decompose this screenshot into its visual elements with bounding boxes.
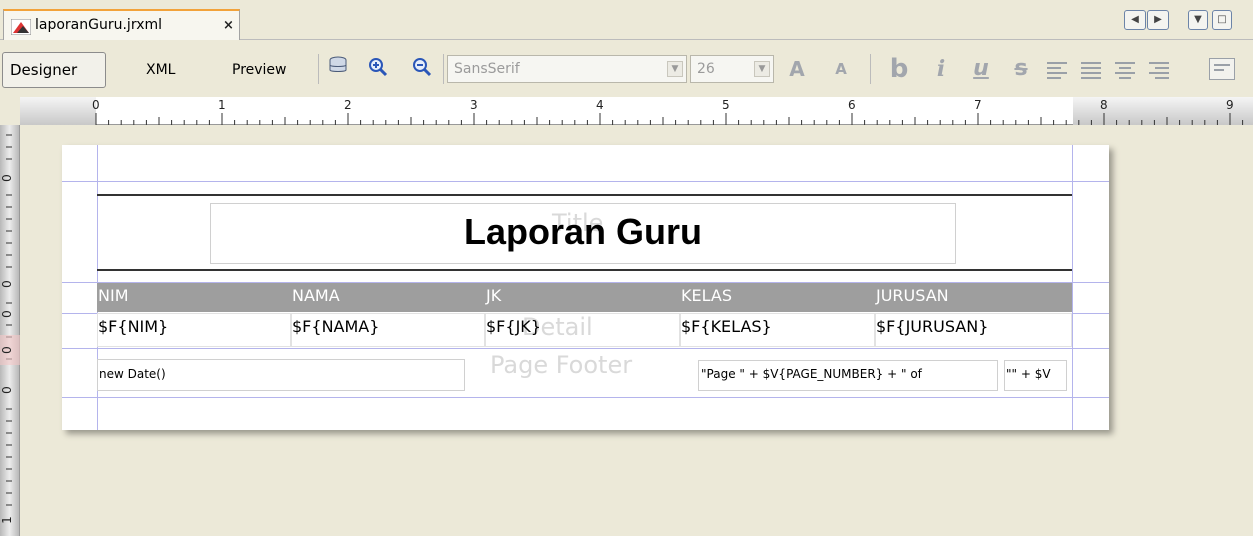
vruler-label: 0 — [0, 386, 14, 394]
vruler-label: 0 — [0, 310, 14, 318]
font-name-combo[interactable]: SansSerif ▼ — [447, 55, 687, 83]
file-tab-label: laporanGuru.jrxml — [35, 17, 163, 33]
ruler-corner — [0, 97, 20, 125]
horizontal-ruler: 0 1 2 3 4 5 6 7 8 9 — [20, 97, 1253, 125]
toolbar-separator — [870, 54, 871, 84]
field-jurusan[interactable]: $F{JURUSAN} — [876, 317, 988, 336]
column-header-nim[interactable]: NIM — [98, 286, 129, 305]
toolbar-separator — [318, 54, 319, 84]
scroll-tabs-left-icon[interactable]: ◀ — [1124, 10, 1146, 30]
ruler-label: 3 — [470, 98, 478, 112]
column-header-kelas[interactable]: KELAS — [681, 286, 732, 305]
ruler-label: 5 — [722, 98, 730, 112]
zoom-out-icon[interactable] — [410, 56, 434, 80]
band-guide — [62, 181, 1109, 182]
increase-font-icon[interactable]: A — [784, 55, 810, 83]
vruler-label: 1 — [0, 516, 14, 524]
ruler-label: 6 — [848, 98, 856, 112]
ruler-label: 9 — [1226, 98, 1234, 112]
toolbar-separator — [443, 54, 444, 84]
database-icon[interactable] — [326, 56, 350, 80]
close-tab-icon[interactable]: × — [223, 18, 234, 33]
title-top-line[interactable] — [97, 194, 1072, 196]
vruler-label: 0 — [0, 346, 14, 354]
field-jk[interactable]: $F{JK} — [486, 317, 541, 336]
ruler-label: 0 — [92, 98, 100, 112]
vruler-label: 0 — [0, 280, 14, 288]
zoom-in-icon[interactable] — [366, 56, 390, 80]
field-nama[interactable]: $F{NAMA} — [292, 317, 379, 336]
column-header-jurusan[interactable]: JURUSAN — [876, 286, 949, 305]
underline-icon[interactable]: u — [968, 55, 994, 83]
ruler-label: 8 — [1100, 98, 1108, 112]
maximize-window-icon[interactable]: □ — [1212, 10, 1232, 30]
vertical-ruler-ticks — [0, 134, 20, 506]
band-guide — [62, 348, 1109, 349]
tab-designer[interactable]: Designer — [2, 52, 106, 88]
scroll-tabs-right-icon[interactable]: ▶ — [1147, 10, 1169, 30]
ruler-label: 7 — [974, 98, 982, 112]
text-properties-icon[interactable] — [1209, 58, 1235, 80]
report-page[interactable]: Title Laporan Guru NIM NAMA JK KELAS JUR… — [62, 145, 1109, 430]
file-tab[interactable]: laporanGuru.jrxml × — [3, 9, 240, 40]
align-justify-icon[interactable] — [1079, 59, 1103, 79]
vruler-label: 0 — [0, 174, 14, 182]
tab-list-dropdown-icon[interactable]: ▼ — [1188, 10, 1208, 30]
ruler-label: 4 — [596, 98, 604, 112]
column-header-jk[interactable]: JK — [486, 286, 501, 305]
ruler-ticks: 0 1 2 3 4 5 6 7 8 9 — [92, 98, 1244, 125]
align-right-icon[interactable] — [1147, 59, 1171, 79]
column-header-nama[interactable]: NAMA — [292, 286, 340, 305]
font-size-value: 26 — [697, 61, 715, 77]
decrease-font-icon[interactable]: A — [828, 55, 854, 83]
ruler-label: 2 — [344, 98, 352, 112]
chevron-down-icon: ▼ — [667, 61, 683, 77]
footer-page-field: "Page " + $V{PAGE_NUMBER} + " of — [701, 367, 922, 381]
align-left-icon[interactable] — [1045, 59, 1069, 79]
field-nim[interactable]: $F{NIM} — [98, 317, 168, 336]
bold-icon[interactable]: b — [886, 55, 912, 83]
italic-icon[interactable]: i — [928, 55, 954, 83]
band-label-page-footer: Page Footer — [490, 351, 633, 379]
chevron-down-icon: ▼ — [754, 61, 770, 77]
strikethrough-icon[interactable]: s — [1008, 55, 1034, 83]
vertical-ruler: 0 0 0 0 0 1 — [0, 125, 20, 536]
font-name-value: SansSerif — [454, 61, 520, 77]
footer-date-field: new Date() — [99, 367, 166, 381]
margin-guide — [1072, 145, 1073, 430]
report-title: Laporan Guru — [463, 211, 702, 252]
field-kelas[interactable]: $F{KELAS} — [681, 317, 772, 336]
tab-preview[interactable]: Preview — [232, 55, 302, 85]
title-bottom-line[interactable] — [97, 269, 1072, 271]
font-size-combo[interactable]: 26 ▼ — [690, 55, 774, 83]
tab-xml[interactable]: XML — [146, 55, 186, 85]
jasper-report-icon — [10, 18, 32, 36]
ruler-label: 1 — [218, 98, 226, 112]
footer-total-field: "" + $V — [1006, 367, 1051, 381]
band-guide — [62, 397, 1109, 398]
align-center-icon[interactable] — [1113, 59, 1137, 79]
